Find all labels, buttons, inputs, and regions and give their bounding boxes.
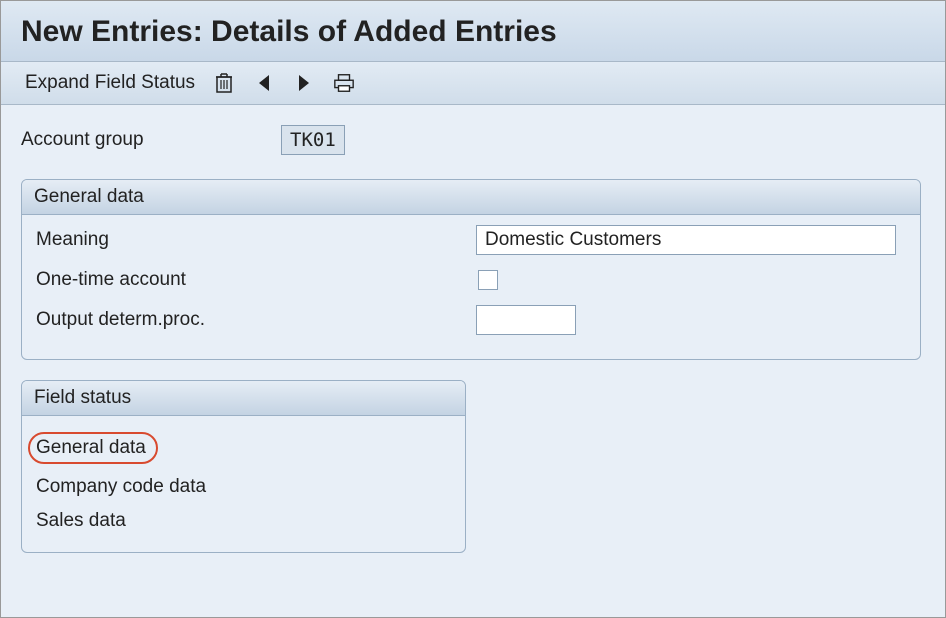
- one-time-checkbox[interactable]: [478, 270, 498, 290]
- account-group-row: Account group TK01: [21, 125, 935, 155]
- content-area: Account group TK01 General data Meaning …: [1, 105, 945, 583]
- highlight-annotation: General data: [28, 432, 158, 464]
- field-status-item-sales[interactable]: Sales data: [36, 504, 451, 538]
- general-data-body: Meaning One-time account Output determ.p…: [22, 215, 920, 359]
- next-icon[interactable]: [293, 72, 315, 94]
- field-status-item-company[interactable]: Company code data: [36, 470, 451, 504]
- delete-icon[interactable]: [213, 72, 235, 94]
- meaning-row: Meaning: [36, 225, 906, 255]
- general-data-group: General data Meaning One-time account Ou…: [21, 179, 921, 360]
- output-label: Output determ.proc.: [36, 309, 476, 331]
- general-data-header: General data: [22, 180, 920, 215]
- field-status-body: General data Company code data Sales dat…: [22, 416, 465, 552]
- field-status-header: Field status: [22, 381, 465, 416]
- output-input[interactable]: [476, 305, 576, 335]
- expand-field-status-button[interactable]: Expand Field Status: [25, 72, 195, 94]
- title-bar: New Entries: Details of Added Entries: [1, 1, 945, 62]
- print-icon[interactable]: [333, 72, 355, 94]
- field-status-item-general[interactable]: General data: [36, 426, 451, 470]
- page-title: New Entries: Details of Added Entries: [21, 15, 925, 49]
- account-group-value: TK01: [281, 125, 345, 155]
- account-group-label: Account group: [21, 129, 281, 151]
- one-time-label: One-time account: [36, 269, 476, 291]
- toolbar: Expand Field Status: [1, 62, 945, 105]
- output-row: Output determ.proc.: [36, 305, 906, 335]
- previous-icon[interactable]: [253, 72, 275, 94]
- field-status-group: Field status General data Company code d…: [21, 380, 466, 553]
- one-time-row: One-time account: [36, 265, 906, 295]
- meaning-label: Meaning: [36, 229, 476, 251]
- meaning-input[interactable]: [476, 225, 896, 255]
